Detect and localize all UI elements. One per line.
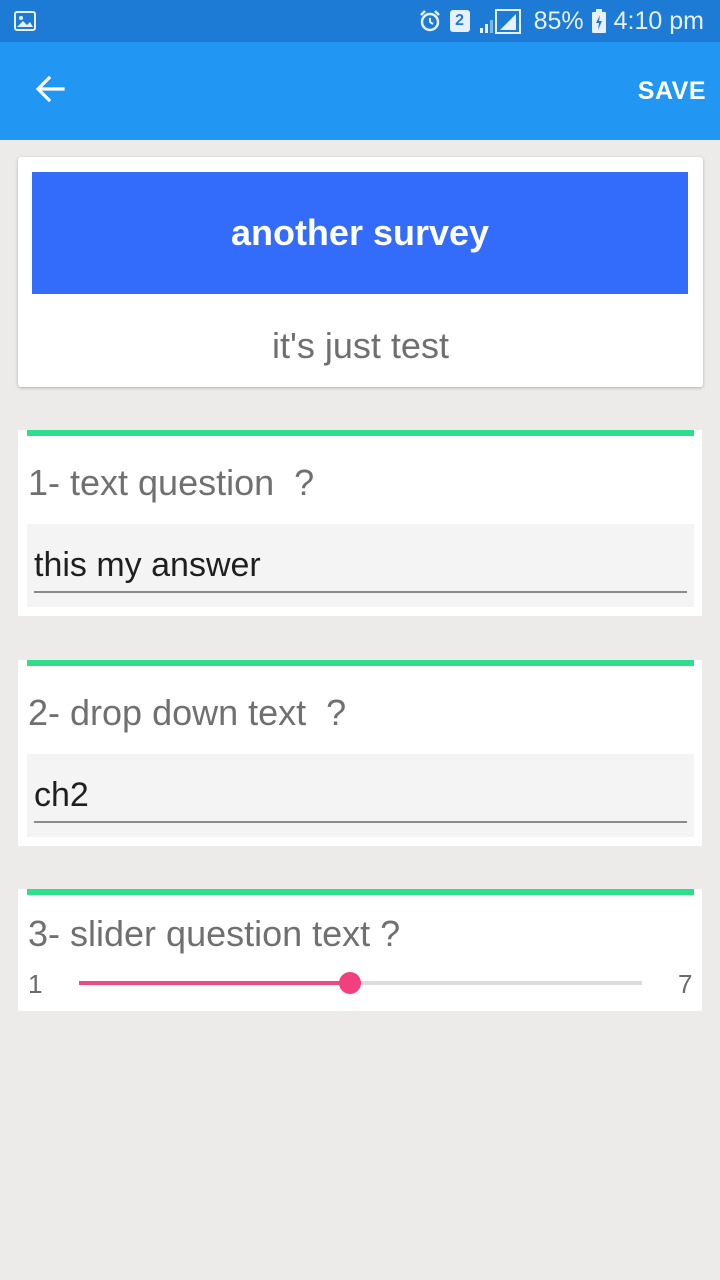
back-button[interactable] [30,71,70,111]
input-underline [34,591,687,593]
question-title-2: 2- drop down text ? [28,692,347,733]
question-card-2: 2- drop down text ? ch2 [18,660,702,846]
image-icon [14,11,36,31]
survey-title: another survey [32,172,688,294]
survey-header-card: another survey it's just test [18,157,703,387]
slider-fill [79,981,351,985]
input-underline [34,821,687,823]
question-title-1: 1- text question ? [28,462,315,503]
slider-thumb[interactable] [339,972,362,994]
signal-icon [478,8,526,34]
app-bar: SAVE [0,42,720,140]
text-answer-value: this my answer [34,546,261,584]
clock: 4:10 pm [613,6,704,35]
question-card-1: 1- text question ? this my answer [18,430,702,616]
battery-percent: 85% [533,6,584,35]
arrow-back-icon [35,75,65,108]
question-card-3: 3- slider question text ? 1 7 [18,889,702,1011]
question-accent-bar [27,430,694,436]
question-accent-bar [27,889,694,895]
battery-charging-icon [591,9,606,33]
save-button[interactable]: SAVE [638,67,706,116]
question-accent-bar [27,660,694,666]
question-title-3: 3- slider question text ? [28,913,401,954]
slider-max-label: 7 [678,969,693,999]
survey-description: it's just test [272,325,449,366]
text-answer-input[interactable]: this my answer [27,524,694,607]
status-bar: 2 85% 4:10 pm [0,0,720,42]
alarm-icon [418,9,442,33]
slider-min-label: 1 [28,969,43,999]
slider-track[interactable] [79,972,642,994]
dropdown-selected-value: ch2 [34,776,89,814]
sim-badge: 2 [449,10,470,32]
dropdown-answer-field[interactable]: ch2 [27,754,694,837]
